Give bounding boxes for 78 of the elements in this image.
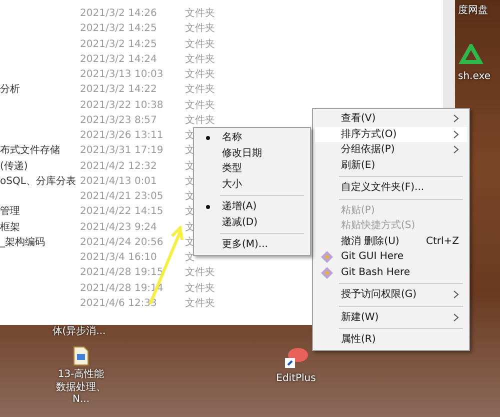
file-name[interactable]: _架构编码 [0,234,80,250]
file-type: 文 [185,128,195,143]
modified-date: 2021/3/26 13:11 [80,129,164,143]
document-icon[interactable] [73,346,89,366]
menu-item[interactable]: 授予访问权限(G) [315,287,467,302]
file-type: 文 [185,144,195,158]
file-type: 文件夹 [185,296,215,311]
menu-item[interactable]: 自定义文件夹(F)... [315,180,467,196]
file-type: 文件夹 [185,38,215,52]
file-type: 文 [185,190,195,204]
menu-item[interactable]: Git GUI Here [315,249,467,264]
file-type: 文 [185,204,195,220]
menu-item[interactable]: 修改日期 [196,146,308,161]
modified-date: 2021/3/2 14:24 [80,52,158,67]
file-name[interactable]: 布式文件存储 [0,143,80,158]
menu-item[interactable]: 新建(W) [315,310,467,325]
menu-item[interactable]: 查看(V) [315,111,467,126]
menu-item[interactable]: 大小 [196,176,308,192]
icon-label[interactable]: 13-高性能数据处理、N... [53,369,109,406]
file-type: 文件夹 [185,82,215,98]
file-type: 文件夹 [185,22,215,36]
icon-label[interactable]: 度网盘 [458,5,488,18]
modified-date: 2021/4/28 19:15 [80,266,164,280]
modified-date: 2021/4/23 9:24 [80,220,158,234]
file-type: 文件夹 [185,114,215,128]
menu-item[interactable]: 排序方式(O) [315,126,467,142]
file-type: 文 [185,220,195,234]
file-type: 文 [185,236,195,250]
modified-date: 2021/3/2 14:25 [80,22,158,36]
file-name[interactable]: (传递) [0,158,80,174]
file-name[interactable]: 管理 [0,204,80,220]
file-type: 文件夹 [185,98,215,112]
modified-date: 2021/4/22 14:15 [80,205,164,220]
icon-label[interactable]: sh.exe [458,71,490,84]
file-type: 文 [185,160,195,174]
icon-label[interactable]: 体(异步消... [52,326,106,338]
modified-date: 2021/4/6 12:33 [80,296,158,311]
file-name[interactable]: 框架 [0,220,80,235]
icon-label[interactable]: EditPlus [276,373,316,386]
modified-date: 2021/4/24 20:56 [80,236,164,250]
check-dot [206,205,210,209]
modified-date: 2021/3/2 14:25 [80,38,158,52]
modified-date: 2021/3/22 10:38 [80,98,164,112]
file-type: 文件夹 [185,52,215,67]
modified-date: 2021/3/23 8:57 [80,114,158,128]
file-type: 文 [185,174,195,189]
menu-item[interactable]: Git Bash Here [315,264,467,280]
menu-item[interactable]: 刷新(E) [315,158,467,173]
file-type: 文 [185,250,195,265]
chevron-right-icon [453,312,459,322]
modified-date: 2021/3/2 14:26 [80,7,158,21]
menu-item[interactable]: 类型 [196,161,308,176]
editor-icon[interactable] [283,346,309,370]
menu-item[interactable]: 撤消 删除(U) Ctrl+Z [315,234,467,249]
file-name[interactable]: 分析 [0,82,80,98]
menu-item[interactable]: 属性(R) [315,332,467,348]
file-type: 文件夹 [185,68,215,82]
file-name[interactable]: oSQL、分库分表 [0,174,80,189]
modified-date: 2021/3/31 17:19 [80,144,164,158]
modified-date: 2021/3/2 14:22 [80,83,158,98]
file-type: 文件夹 [185,266,215,280]
chevron-right-icon [453,290,459,300]
menu-item[interactable]: 更多(M)... [196,237,308,252]
git-icon [321,266,333,278]
git-icon [321,251,333,263]
menu-item[interactable]: 名称 [196,130,308,146]
menu-item[interactable]: 递减(D) [196,214,308,230]
menu-item[interactable]: 递增(A) [196,199,308,214]
modified-date: 2021/3/4 16:10 [80,251,158,265]
modified-date: 2021/4/13 0:01 [80,174,158,189]
file-type: 文件夹 [185,282,215,296]
menu-item[interactable]: 分组依据(P) [315,142,467,158]
file-type: 文件夹 [185,6,215,21]
modified-date: 2021/3/13 10:03 [80,68,164,82]
check-dot [206,136,210,140]
shortcut-label: Ctrl+Z [426,234,459,249]
modified-date: 2021/4/21 23:05 [80,190,164,204]
modified-date: 2021/4/2 12:32 [80,160,158,174]
